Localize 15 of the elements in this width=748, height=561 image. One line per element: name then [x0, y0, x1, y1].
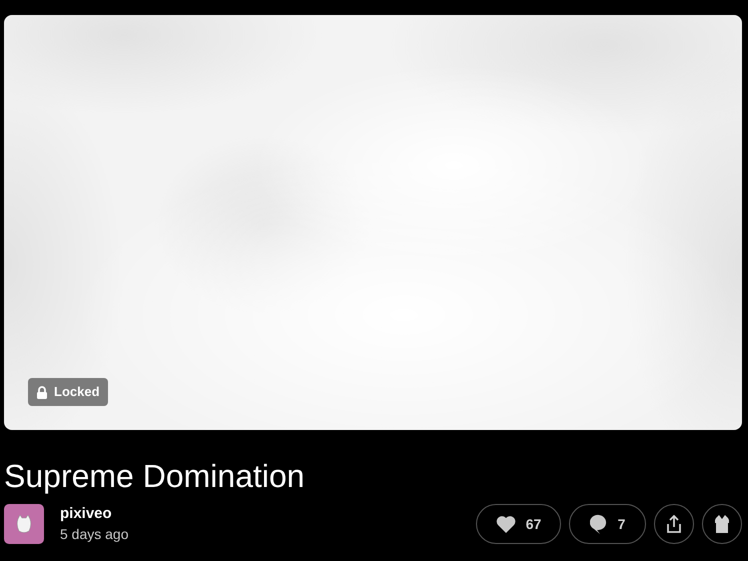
author-name[interactable]: pixiveo [60, 504, 128, 524]
post-time: 5 days ago [60, 525, 128, 544]
share-button[interactable] [654, 504, 694, 544]
post-title: Supreme Domination [4, 458, 306, 494]
heart-icon [496, 515, 516, 533]
comment-button[interactable]: 7 [569, 504, 646, 544]
avatar[interactable] [4, 504, 44, 544]
badge-label: Locked [54, 383, 100, 402]
gift-button[interactable] [702, 504, 742, 544]
share-icon [666, 515, 682, 533]
like-button[interactable]: 67 [476, 504, 561, 544]
lock-icon [36, 386, 48, 398]
cat-icon [16, 515, 32, 533]
gift-icon [713, 515, 731, 533]
speech-bubble-icon [590, 514, 608, 534]
